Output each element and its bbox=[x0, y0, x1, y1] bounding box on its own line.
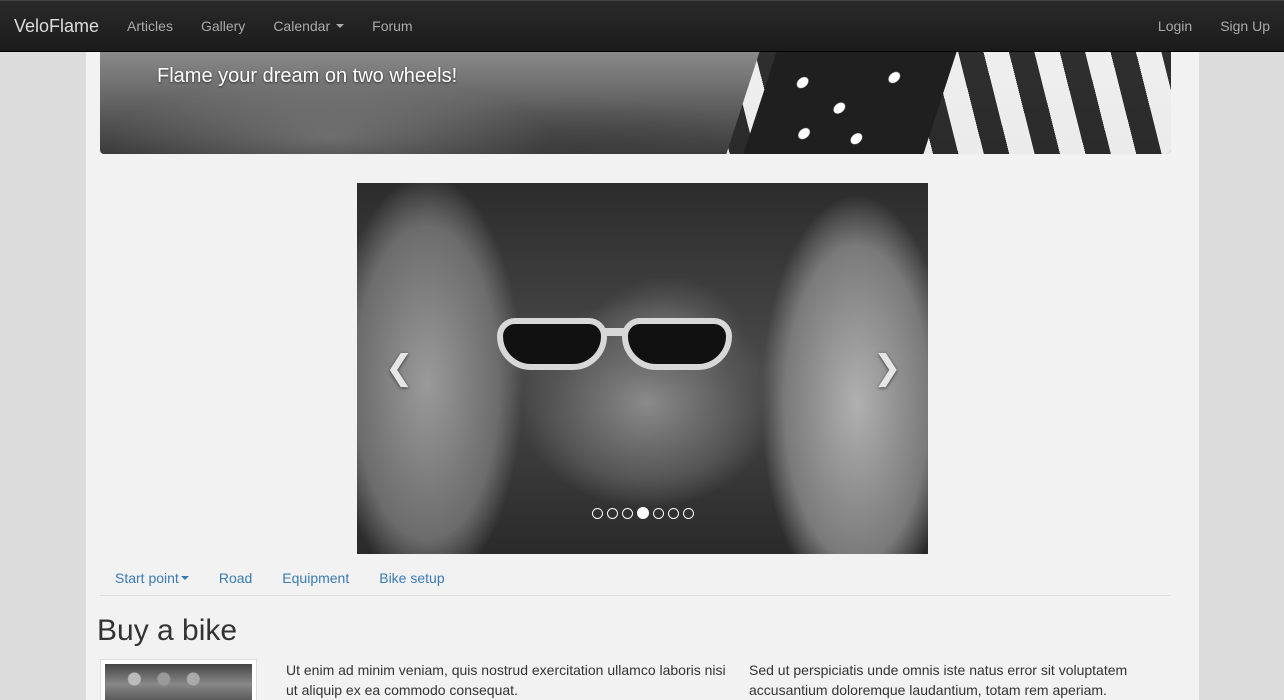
carousel-indicator[interactable] bbox=[606, 508, 618, 519]
nav-gallery-label: Gallery bbox=[200, 18, 246, 34]
nav-articles-label: Articles bbox=[127, 18, 173, 34]
main-container: Flame your dream on two wheels! ❮ ❯ Star… bbox=[86, 52, 1199, 700]
section-title: Buy a bike bbox=[97, 614, 238, 647]
subnav-start-point-label: Start point bbox=[115, 570, 179, 586]
nav-calendar-label: Calendar bbox=[273, 18, 331, 34]
banner-tagline: Flame your dream on two wheels! bbox=[157, 65, 458, 87]
carousel-indicator-active[interactable] bbox=[636, 507, 649, 519]
caret-down-icon bbox=[180, 576, 189, 580]
chevron-left-icon[interactable]: ❮ bbox=[385, 351, 414, 385]
caret-down-icon bbox=[336, 24, 345, 28]
chevron-right-icon[interactable]: ❯ bbox=[873, 351, 902, 385]
nav-right-group: Login Sign Up bbox=[1144, 18, 1284, 34]
login-link[interactable]: Login bbox=[1144, 18, 1206, 34]
signup-label: Sign Up bbox=[1220, 18, 1270, 34]
subnav-start-point-dropdown[interactable]: Start point bbox=[100, 570, 204, 586]
article-thumbnail[interactable] bbox=[100, 659, 257, 700]
brand-logo[interactable]: VeloFlame bbox=[14, 16, 99, 37]
subnav-equipment-label: Equipment bbox=[282, 570, 350, 586]
nav-gallery[interactable]: Gallery bbox=[187, 18, 259, 34]
sub-navigation: Start point Road Equipment Bike setup bbox=[100, 561, 1171, 596]
nav-articles[interactable]: Articles bbox=[113, 18, 187, 34]
header-banner: Flame your dream on two wheels! bbox=[100, 52, 1171, 154]
signup-link[interactable]: Sign Up bbox=[1206, 18, 1284, 34]
carousel-indicator[interactable] bbox=[667, 508, 679, 519]
subnav-bike-setup-label: Bike setup bbox=[379, 570, 445, 586]
photo-carousel[interactable]: ❮ ❯ bbox=[357, 183, 928, 554]
login-label: Login bbox=[1157, 18, 1193, 34]
subnav-road[interactable]: Road bbox=[204, 570, 267, 586]
subnav-bike-setup[interactable]: Bike setup bbox=[364, 570, 459, 586]
nav-forum-label: Forum bbox=[372, 18, 413, 34]
carousel-indicator[interactable] bbox=[652, 508, 664, 519]
article-paragraph-2: Sed ut perspiciatis unde omnis iste natu… bbox=[749, 662, 1128, 698]
carousel-indicator[interactable] bbox=[682, 508, 694, 519]
carousel-indicators bbox=[357, 507, 928, 519]
nav-forum[interactable]: Forum bbox=[358, 18, 426, 34]
carousel-indicator[interactable] bbox=[621, 508, 633, 519]
carousel-indicator[interactable] bbox=[591, 508, 603, 519]
top-navbar: VeloFlame Articles Gallery Calendar Foru… bbox=[0, 0, 1284, 52]
subnav-equipment[interactable]: Equipment bbox=[267, 570, 364, 586]
nav-calendar-dropdown[interactable]: Calendar bbox=[259, 18, 358, 34]
article-paragraph-1: Ut enim ad minim veniam, quis nostrud ex… bbox=[286, 662, 726, 698]
slide-image bbox=[497, 318, 732, 380]
subnav-road-label: Road bbox=[218, 570, 253, 586]
banner-flag-stars bbox=[743, 52, 957, 154]
